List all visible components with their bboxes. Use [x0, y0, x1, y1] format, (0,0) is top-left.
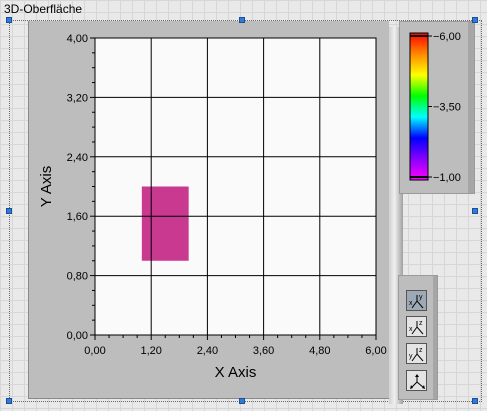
x-tick-label: 4,80 [309, 345, 330, 357]
resize-handle-left[interactable] [6, 208, 12, 214]
color-scale-bar[interactable] [409, 32, 429, 181]
x-tick-label: 3,60 [253, 345, 274, 357]
resize-handle-bottom-right[interactable] [472, 398, 478, 404]
y-tick-label: 1,60 [67, 211, 88, 223]
resize-handle-bottom-left[interactable] [6, 398, 12, 404]
control-caption: 3D-Oberfläche [4, 2, 83, 16]
tool-yz-projection[interactable]: yz [406, 343, 427, 364]
plot-background [95, 38, 376, 335]
x-tick-label: 1,20 [140, 345, 161, 357]
tool-yz-projection-icon: yz [409, 347, 424, 362]
svg-text:y: y [419, 294, 423, 301]
x-tick-label: 2,40 [197, 345, 218, 357]
tool-xz-projection-icon: xz [409, 320, 424, 335]
projection-toolbar: xy xz yz [398, 275, 438, 400]
tool-xy-projection[interactable]: xy [406, 290, 427, 311]
resize-handle-top-right[interactable] [472, 17, 478, 23]
svg-text:z: z [419, 347, 423, 354]
tool-default-3d-view-icon [410, 374, 425, 389]
plot-area[interactable]: 0,00 1,20 2,40 3,60 4,80 6,00 0,00 0,80 1,60 2,40… [29, 21, 389, 398]
graph-panel: 0,00 1,20 2,40 3,60 4,80 6,00 0,00 0,80 1,60 2,40… [28, 21, 403, 404]
x-tick-label: 0,00 [84, 345, 105, 357]
tool-default-3d-view[interactable] [406, 370, 427, 391]
heatmap-cell-0 [141, 186, 189, 261]
svg-text:x: x [409, 326, 413, 333]
tool-xy-projection-icon: xy [409, 294, 424, 309]
color-scale-tick-label: −1,00 [433, 172, 461, 184]
y-axis-label: Y Axis [38, 166, 55, 207]
y-tick-label: 3,20 [67, 92, 88, 104]
color-scale-tick-label: −6,00 [433, 31, 461, 43]
resize-handle-top[interactable] [239, 17, 245, 23]
resize-handle-top-left[interactable] [6, 17, 12, 23]
svg-text:x: x [409, 300, 413, 307]
tool-xz-projection[interactable]: xz [406, 316, 427, 337]
resize-handle-bottom[interactable] [239, 398, 245, 404]
svg-text:y: y [409, 353, 413, 360]
resize-handle-right[interactable] [472, 208, 478, 214]
y-tick-label: 4,00 [67, 33, 88, 45]
y-tick-label: 2,40 [67, 152, 88, 164]
y-tick-label: 0,00 [67, 330, 88, 342]
svg-text:z: z [419, 320, 423, 327]
x-axis-label: X Axis [215, 364, 257, 381]
x-tick-label: 6,00 [365, 345, 386, 357]
color-scale-tick-label: −3,50 [433, 102, 461, 114]
y-tick-label: 0,80 [67, 271, 88, 283]
color-scale-legend: −6,00 −3,50 −1,00 [399, 21, 475, 194]
